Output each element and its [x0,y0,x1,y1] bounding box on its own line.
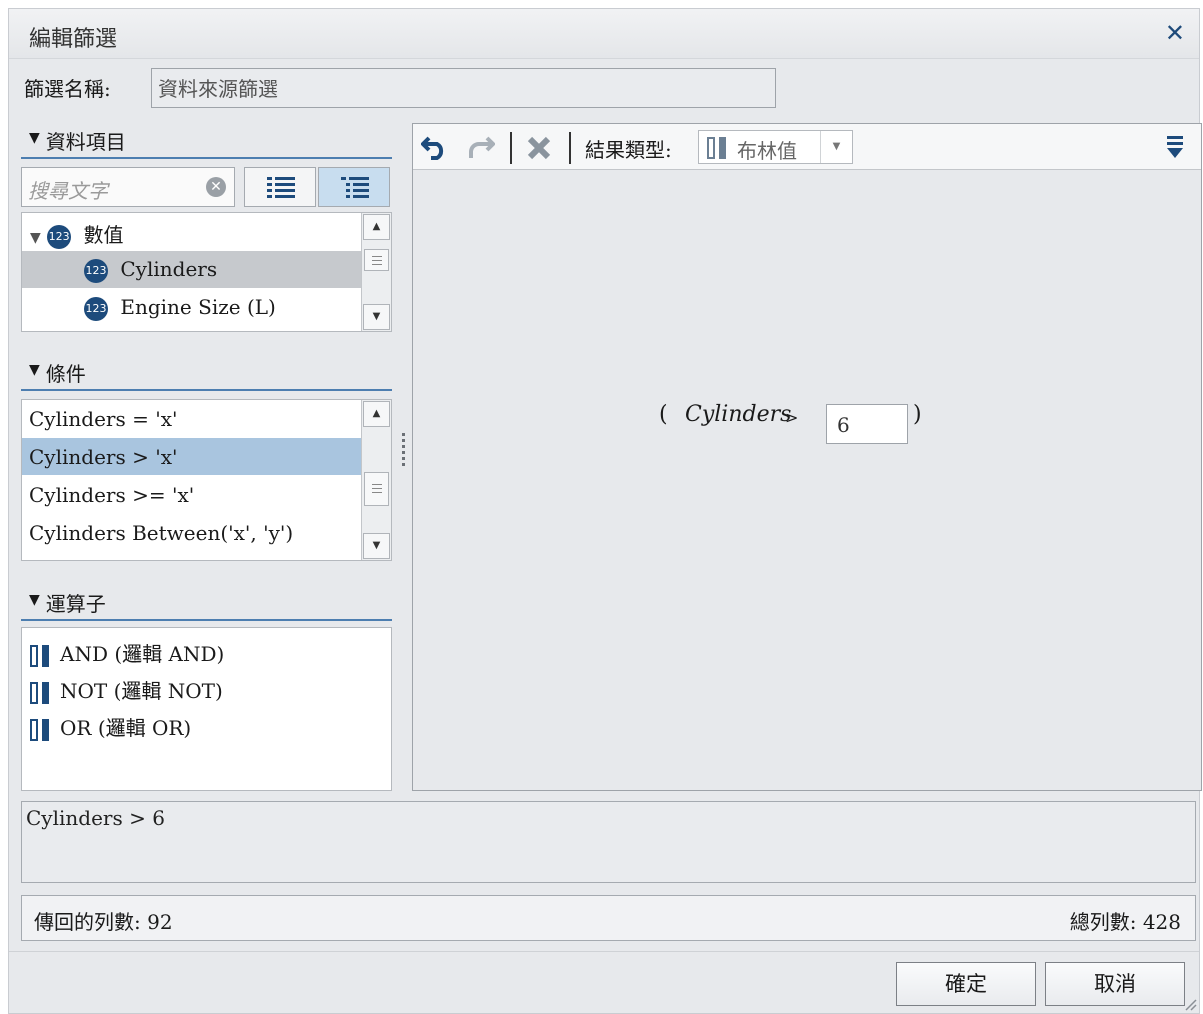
numeric-123-icon: 123 [84,296,108,321]
condition-item[interactable]: Cylinders = 'x' [22,400,362,437]
operator-item-not[interactable]: NOT (邏輯 NOT) [22,669,382,706]
title-bar[interactable]: 編輯篩選 ✕ [9,9,1199,59]
footer-divider [9,951,1199,952]
data-items-scrollbar[interactable]: ▲ ▼ [361,213,391,331]
search-placeholder: 搜尋文字 [28,179,108,203]
editor-toolbar: 結果類型: 布林值 ▼ [413,124,1201,170]
scroll-thumb[interactable] [364,472,389,506]
close-icon[interactable]: ✕ [1165,19,1185,47]
condition-item[interactable]: Cylinders Between('x', 'y') [22,514,362,551]
scroll-down-icon[interactable]: ▼ [363,533,390,559]
close-paren: ) [913,402,922,427]
tree-item-engine-size[interactable]: 123 Engine Size (L) [22,289,362,326]
operator-item-or[interactable]: OR (邏輯 OR) [22,706,382,743]
undo-icon[interactable] [421,132,451,160]
data-items-header[interactable]: ▼ 資料項目 [21,123,392,159]
chevron-down-icon[interactable]: ▼ [820,131,852,163]
expression-operator[interactable]: > [785,408,798,427]
total-rows-count: 總列數: 428 [1069,910,1181,934]
operator-label: AND (邏輯 AND) [60,642,225,666]
tree-item-label: Engine Size (L) [120,295,276,319]
tree-node-numeric[interactable]: ▼ 123 數值 [22,213,362,250]
operator-label: NOT (邏輯 NOT) [60,679,223,703]
expression-value-input[interactable]: 6 [826,404,908,444]
filter-name-field[interactable]: 資料來源篩選 [151,68,776,108]
operators-header[interactable]: ▼ 運算子 [21,585,392,621]
operators-list[interactable]: AND (邏輯 AND) NOT (邏輯 NOT) OR (邏輯 OR) [21,627,392,791]
result-type-label: 結果類型: [585,138,672,162]
collapse-triangle-icon: ▼ [29,130,40,146]
tree-view-button[interactable] [318,167,390,207]
search-input[interactable]: 搜尋文字 ✕ [21,167,235,207]
dialog-title: 編輯篩選 [29,27,118,52]
scroll-up-icon[interactable]: ▲ [363,214,390,240]
tree-node-label: 數值 [83,223,124,247]
status-bar: 傳回的列數: 92 總列數: 428 [21,895,1196,941]
boolean-icon [30,718,49,741]
delete-icon[interactable] [526,135,552,161]
scroll-up-icon[interactable]: ▲ [363,401,390,427]
boolean-icon [707,137,726,159]
boolean-icon [30,681,49,704]
clear-search-icon[interactable]: ✕ [206,177,226,197]
data-items-tree[interactable]: ▼ 123 數值 123 Cylinders 123 Engine Size (… [21,212,392,332]
tree-item-label: Cylinders [120,257,218,281]
redo-icon[interactable] [465,132,495,160]
operator-item-and[interactable]: AND (邏輯 AND) [22,632,382,669]
filter-name-label: 篩選名稱: [24,77,111,101]
conditions-header[interactable]: ▼ 條件 [21,355,392,391]
scroll-down-icon[interactable]: ▼ [363,304,390,330]
condition-item[interactable]: Cylinders > 'x' [22,438,362,475]
expression-editor[interactable]: 結果類型: 布林值 ▼ ( Cylinders > 6 ) [412,123,1202,791]
boolean-icon [30,644,49,667]
result-type-value: 布林值 [737,139,797,163]
scroll-thumb[interactable] [364,249,389,271]
resize-grip-icon[interactable] [1183,997,1197,1011]
list-icon [267,177,295,198]
tree-item-cylinders[interactable]: 123 Cylinders [22,251,362,288]
expression-field[interactable]: Cylinders [685,402,791,427]
numeric-123-icon: 123 [84,258,108,283]
condition-item[interactable]: Cylinders >= 'x' [22,476,362,513]
collapse-triangle-icon: ▼ [29,592,40,608]
conditions-scrollbar[interactable]: ▲ ▼ [361,400,391,560]
returned-rows-count: 傳回的列數: 92 [34,910,173,934]
conditions-list[interactable]: Cylinders = 'x' Cylinders > 'x' Cylinder… [21,399,392,561]
tree-list-icon [341,177,369,198]
collapse-triangle-icon: ▼ [29,362,40,378]
expression-text-area[interactable]: Cylinders > 6 [21,801,1196,883]
edit-filter-dialog: 編輯篩選 ✕ 篩選名稱: 資料來源篩選 ▼ 資料項目 搜尋文字 ✕ ▼ 123 數… [8,8,1202,1014]
toolbar-menu-icon[interactable] [1167,136,1183,158]
open-paren: ( [659,402,668,427]
operator-label: OR (邏輯 OR) [60,716,192,740]
result-type-select[interactable]: 布林值 ▼ [698,130,853,164]
numeric-123-icon: 123 [47,224,72,249]
expand-triangle-icon[interactable]: ▼ [30,230,41,246]
ok-button[interactable]: 確定 [896,962,1036,1006]
pane-splitter[interactable] [402,433,406,479]
cancel-button[interactable]: 取消 [1045,962,1185,1006]
list-view-button[interactable] [244,167,316,207]
